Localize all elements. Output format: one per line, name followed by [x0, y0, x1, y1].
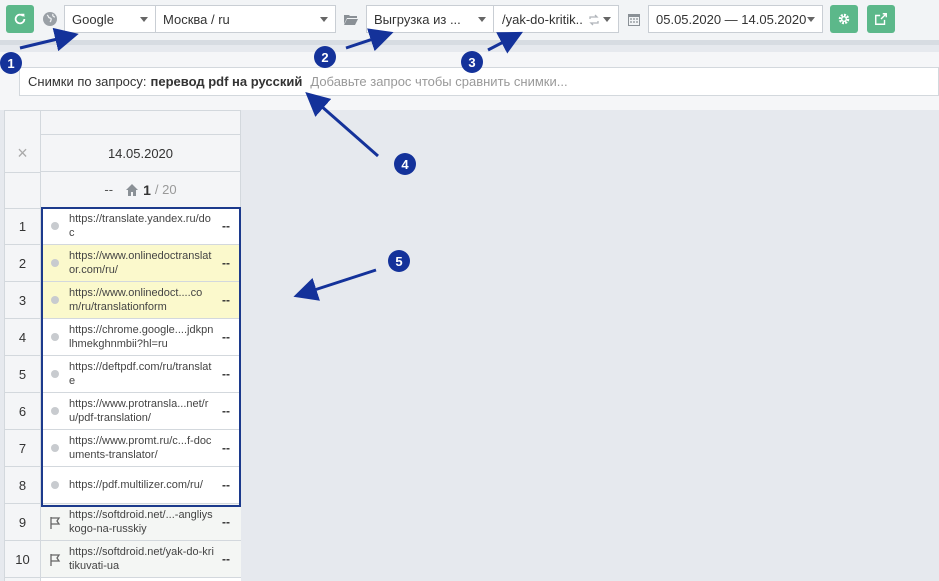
callout-badge-3: 3 [461, 51, 483, 73]
callout-arrow-5 [293, 268, 377, 301]
callout-badge-4: 4 [394, 153, 416, 175]
callout-arrow-1 [19, 27, 79, 52]
callout-arrow-3 [487, 31, 523, 54]
callout-badge-5: 5 [388, 250, 410, 272]
callout-arrow-2 [345, 28, 394, 52]
callout-arrow-4 [305, 92, 379, 158]
callout-badge-1: 1 [0, 52, 22, 74]
callout-badge-2: 2 [314, 46, 336, 68]
annotation-arrows [19, 27, 523, 301]
